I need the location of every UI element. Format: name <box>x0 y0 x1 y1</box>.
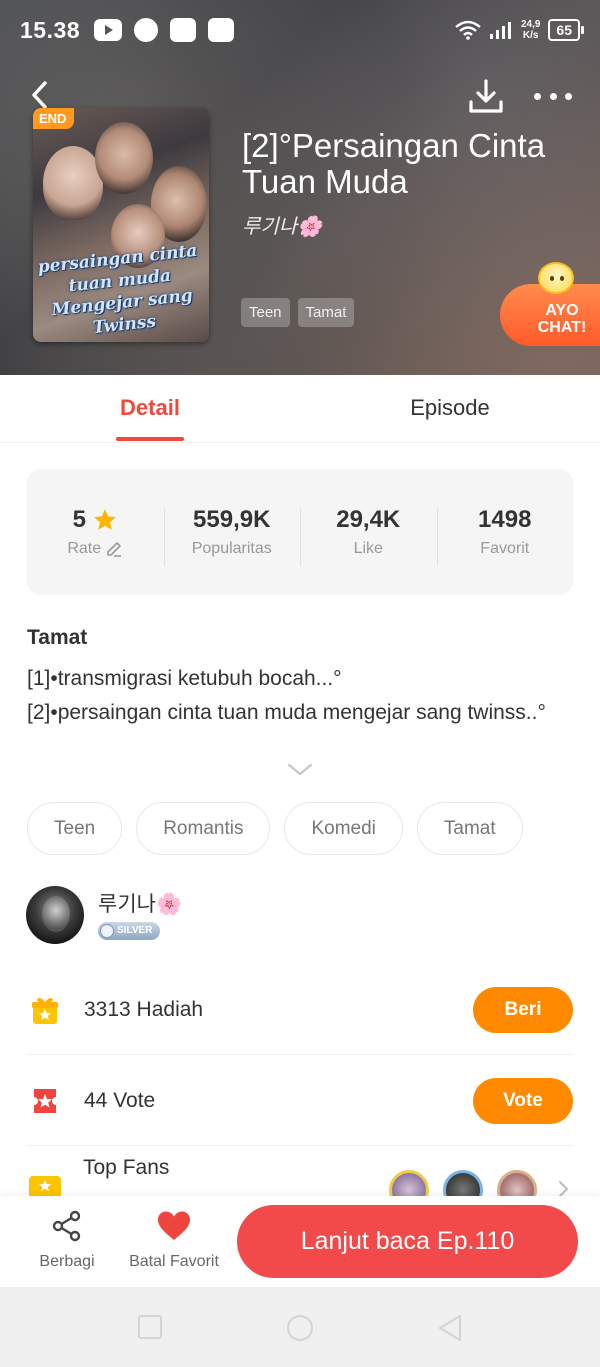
star-icon <box>94 509 116 530</box>
wifi-icon <box>455 20 481 40</box>
genre-tag[interactable]: Teen <box>27 802 123 855</box>
header-tag: Tamat <box>297 298 355 327</box>
synopsis-line: [2]•persaingan cinta tuan muda mengejar … <box>27 701 546 724</box>
stat-popularity-value: 559,9K <box>193 506 271 533</box>
stat-favorite-value: 1498 <box>478 506 532 533</box>
genre-tag[interactable]: Komedi <box>284 802 403 855</box>
stat-rate[interactable]: 5 Rate <box>27 506 164 558</box>
gift-count: 3313 Hadiah <box>84 997 204 1021</box>
ticket-icon <box>27 1083 63 1119</box>
expand-synopsis-button[interactable] <box>287 762 313 778</box>
youtube-icon <box>94 19 123 41</box>
synopsis-line: [1]•transmigrasi ketubuh bocah...° <box>27 667 342 690</box>
header-tags: Teen Tamat <box>241 298 355 327</box>
gift-icon <box>27 992 63 1028</box>
network-speed: 24,9 K/s <box>521 19 540 41</box>
battery-indicator: 65 <box>548 19 584 41</box>
app-notification-icon <box>170 18 197 42</box>
stat-rate-label-wrap: Rate <box>27 540 164 558</box>
cover-title-text: persaingan cinta tuan muda Mengejar sang… <box>35 240 207 342</box>
stat-like: 29,4K Like <box>300 506 437 566</box>
genre-tag[interactable]: Tamat <box>416 802 523 855</box>
genre-tag[interactable]: Romantis <box>136 802 271 855</box>
heart-icon <box>158 1211 190 1240</box>
author-info: 루기나🌸 SILVER <box>98 888 182 943</box>
avatar <box>26 886 84 944</box>
cover-art-figure <box>43 146 103 220</box>
tab-episode[interactable]: Episode <box>300 375 600 442</box>
back-nav-icon[interactable] <box>436 1313 464 1343</box>
edit-icon <box>107 542 122 557</box>
book-header: 15.38 24,9 K/s 65 persaingan cinta tuan … <box>0 0 600 375</box>
system-navigation-bar <box>0 1287 600 1367</box>
book-author[interactable]: 루기나🌸 <box>242 210 322 239</box>
badge-medal-icon <box>100 923 114 938</box>
gift-row: 3313 Hadiah Beri <box>27 965 573 1055</box>
chevron-down-icon <box>287 763 313 776</box>
vote-count: 44 Vote <box>84 1088 156 1112</box>
stat-favorite: 1498 Favorit <box>436 506 574 566</box>
recent-apps-icon[interactable] <box>136 1313 164 1341</box>
download-button[interactable] <box>468 78 504 114</box>
stat-rate-label: Rate <box>67 540 102 557</box>
detail-tabs: Detail Episode <box>0 375 600 443</box>
author-profile[interactable]: 루기나🌸 SILVER <box>26 886 182 944</box>
header-tag: Teen <box>241 298 290 327</box>
mascot-icon <box>538 262 574 294</box>
app-notification-icon <box>208 18 235 42</box>
network-speed-value: 24,9 <box>520 19 541 30</box>
genre-tags: Teen Romantis Komedi Tamat <box>27 802 523 855</box>
status-time: 15.38 <box>20 16 81 43</box>
stat-like-value: 29,4K <box>336 506 401 533</box>
tab-detail[interactable]: Detail <box>0 375 300 442</box>
silver-badge: SILVER <box>98 921 161 940</box>
cover-art-figure <box>95 122 153 194</box>
end-badge: END <box>33 108 75 129</box>
more-options-button[interactable] <box>534 86 572 106</box>
book-cover[interactable]: persaingan cinta tuan muda Mengejar sang… <box>33 108 209 342</box>
bottom-action-bar: Berbagi Batal Favorit Lanjut baca Ep.110 <box>0 1196 600 1287</box>
download-icon <box>469 79 503 113</box>
stat-favorite-label: Favorit <box>480 540 530 557</box>
status-bar: 15.38 24,9 K/s 65 <box>0 0 600 60</box>
chevron-left-icon <box>32 81 47 109</box>
stat-popularity-label: Popularitas <box>191 540 272 557</box>
stats-card: 5 Rate 559,9K Popularitas 29,4K Like 149… <box>27 469 573 595</box>
badge-label: SILVER <box>117 925 153 936</box>
dot-icon <box>549 92 557 100</box>
author-profile-name: 루기나🌸 <box>98 892 183 916</box>
notification-icons <box>94 18 235 42</box>
network-speed-unit: K/s <box>522 30 539 41</box>
share-button[interactable]: Berbagi <box>22 1210 112 1271</box>
dot-icon <box>534 92 541 100</box>
top-fans-row[interactable]: Top Fans <box>27 1150 573 1200</box>
stat-popularity: 559,9K Popularitas <box>163 506 301 566</box>
ayo-chat-line1: AYO <box>545 302 579 319</box>
vote-button[interactable]: Vote <box>473 1077 573 1124</box>
vote-row: 44 Vote Vote <box>27 1056 573 1146</box>
stat-like-label: Like <box>353 540 383 557</box>
unfavorite-label: Batal Favorit <box>129 1253 219 1270</box>
stat-rate-value-wrap: 5 <box>27 506 164 534</box>
home-icon[interactable] <box>285 1313 315 1343</box>
share-label: Berbagi <box>39 1253 95 1270</box>
unfavorite-button[interactable]: Batal Favorit <box>122 1210 226 1271</box>
top-fans-title: Top Fans <box>83 1156 170 1179</box>
stat-rate-value: 5 <box>72 506 86 533</box>
dot-icon <box>565 92 572 100</box>
status-indicators: 24,9 K/s 65 <box>455 19 584 41</box>
share-icon <box>52 1210 81 1242</box>
continue-reading-button[interactable]: Lanjut baca Ep.110 <box>237 1205 578 1278</box>
novel-detail-page: 15.38 24,9 K/s 65 persaingan cinta tuan … <box>0 0 600 1367</box>
ayo-chat-button[interactable]: AYO CHAT! <box>500 262 600 348</box>
ayo-chat-line2: CHAT! <box>537 319 587 336</box>
completion-status: Tamat <box>27 626 88 649</box>
signal-icon <box>489 22 511 39</box>
back-button[interactable] <box>24 80 54 110</box>
synopsis: [1]•transmigrasi ketubuh bocah...° [2]•p… <box>27 662 567 730</box>
messenger-icon <box>134 18 159 42</box>
book-title: [2]°Persaingan Cinta Tuan Muda <box>242 127 546 200</box>
give-gift-button[interactable]: Beri <box>473 986 573 1033</box>
